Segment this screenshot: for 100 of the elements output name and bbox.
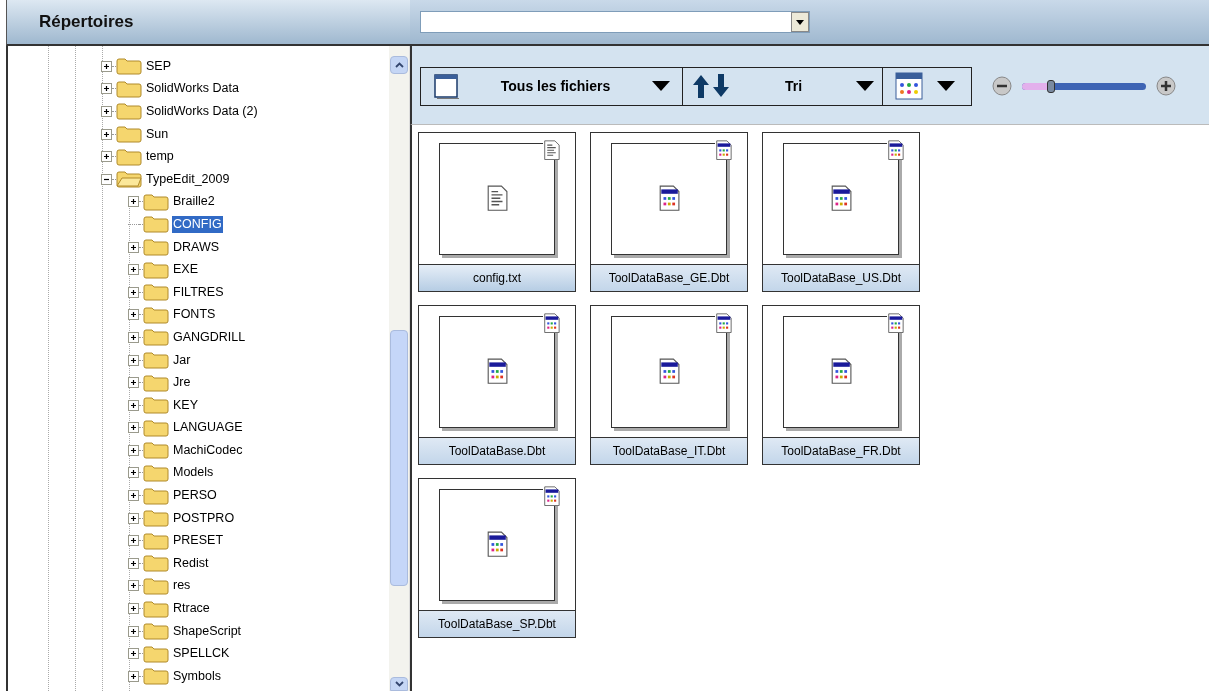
file-name: ToolDataBase.Dbt [419,437,575,464]
file-name: ToolDataBase_SP.Dbt [419,610,575,637]
folder-label[interactable]: Symbols [172,667,222,685]
expand-icon[interactable] [128,512,139,524]
folder-icon [143,531,169,550]
folder-label[interactable]: PRESET [172,532,224,550]
file-name: ToolDataBase_FR.Dbt [763,437,919,464]
folder-icon [143,464,169,482]
folder-icon [143,238,169,257]
folder-label[interactable]: Jre [172,374,192,392]
file-tile[interactable]: ToolDataBase_US.Dbt [762,132,920,292]
table-document-icon [715,312,732,333]
expand-icon[interactable] [128,648,139,660]
expand-icon[interactable] [128,354,139,366]
collapse-icon[interactable] [101,173,112,185]
folder-icon [143,622,169,641]
expand-icon[interactable] [128,264,139,276]
expand-icon[interactable] [128,535,139,547]
expand-icon[interactable] [128,399,139,411]
folder-label[interactable]: SolidWorks Data (2) [145,103,259,120]
folder-icon [143,644,169,663]
folder-icon [143,396,169,415]
expand-icon[interactable] [128,444,139,456]
dropdown-arrow-icon [652,81,670,91]
folder-label[interactable]: MachiCodec [172,441,244,459]
file-tile[interactable]: ToolDataBase_SP.Dbt [418,478,576,638]
zoom-slider[interactable] [1022,78,1146,94]
expand-icon[interactable] [128,422,139,434]
expand-icon[interactable] [128,331,139,343]
folder-label[interactable]: Sun [145,125,170,143]
folder-icon [143,486,169,505]
expand-icon[interactable] [128,241,139,253]
expand-icon[interactable] [128,286,139,298]
text-document-icon [543,139,560,160]
file-tile[interactable]: ToolDataBase_IT.Dbt [590,305,748,465]
folder-icon [143,418,169,437]
folder-label[interactable]: FONTS [172,306,217,324]
folder-icon [143,441,169,460]
file-tile[interactable]: ToolDataBase.Dbt [418,305,576,465]
folder-icon [143,554,169,573]
filter-dropdown[interactable]: Tous les fichiers [421,67,683,105]
expand-icon[interactable] [128,580,139,592]
expand-icon[interactable] [128,309,139,321]
sort-arrows-icon [691,73,731,99]
expand-icon[interactable] [128,603,139,615]
folder-label[interactable]: DRAWS [172,238,221,256]
folder-label[interactable]: temp [145,148,175,166]
slider-thumb[interactable] [1046,79,1055,93]
folder-label[interactable]: Models [172,464,215,482]
folder-label[interactable]: res [172,577,192,595]
expand-icon[interactable] [128,467,139,479]
folder-label[interactable]: FILTRES [172,283,225,301]
file-tile[interactable]: ToolDataBase_FR.Dbt [762,305,920,465]
scroll-thumb[interactable] [390,330,408,586]
folder-label[interactable]: TypeEdit_2009 [145,170,231,188]
folder-icon [143,667,169,686]
folder-icon [143,215,169,234]
folder-label[interactable]: SEP [145,57,172,75]
folder-icon [116,57,142,76]
folder-label[interactable]: LANGUAGE [172,419,244,437]
scrollbar[interactable] [389,46,410,691]
file-tile[interactable]: config.txt [418,132,576,292]
expand-icon[interactable] [101,106,112,117]
expand-icon[interactable] [101,83,112,95]
expand-icon[interactable] [128,377,139,389]
folder-label[interactable]: PERSO [172,487,218,505]
folder-label[interactable]: Rtrace [172,600,211,618]
file-tile[interactable]: ToolDataBase_GE.Dbt [590,132,748,292]
folder-label[interactable]: Braille2 [172,193,216,211]
expand-icon[interactable] [128,490,139,502]
table-document-icon [486,358,508,385]
sort-dropdown[interactable]: Tri [683,67,883,105]
expand-icon[interactable] [128,625,139,637]
file-name: ToolDataBase_IT.Dbt [591,437,747,464]
file-name: ToolDataBase_US.Dbt [763,264,919,291]
scroll-down-button[interactable] [390,677,408,691]
expand-icon[interactable] [101,60,112,72]
expand-icon[interactable] [128,670,139,682]
scroll-up-button[interactable] [390,56,408,74]
expand-icon[interactable] [128,196,139,208]
zoom-out-icon[interactable] [992,76,1012,96]
folder-label[interactable]: CONFIG [172,215,223,233]
folder-label[interactable]: GANGDRILL [172,328,247,346]
expand-icon[interactable] [101,151,112,163]
folder-label[interactable]: Redist [172,554,210,572]
path-combo-box[interactable] [420,11,810,33]
table-document-icon [887,139,904,160]
folder-icon [143,305,169,324]
folder-label[interactable]: EXE [172,261,199,279]
expand-icon[interactable] [101,128,112,140]
folder-label[interactable]: ShapeScript [172,622,243,640]
expand-icon[interactable] [128,557,139,569]
folder-label[interactable]: Jar [172,351,192,369]
zoom-in-icon[interactable] [1156,76,1176,96]
folder-label[interactable]: SPELLCK [172,645,231,663]
folder-label[interactable]: POSTPRO [172,509,236,527]
folder-icon [143,373,169,392]
folder-label[interactable]: KEY [172,396,199,414]
folder-label[interactable]: SolidWorks Data [145,80,240,98]
table-document-icon [543,312,560,333]
